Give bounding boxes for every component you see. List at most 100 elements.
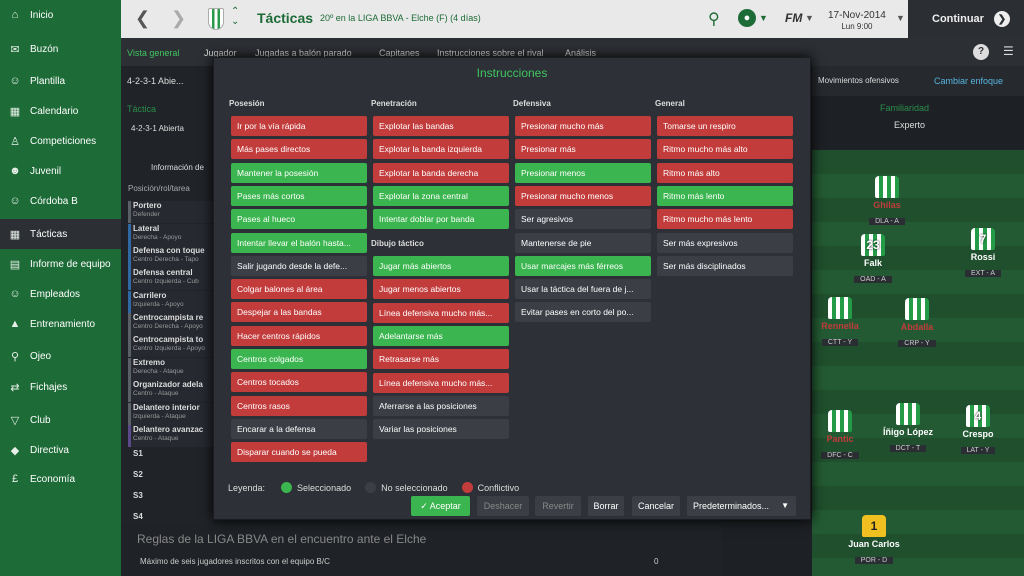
instruction-defensiva-button[interactable]: Presionar menos <box>515 162 651 183</box>
continue-button[interactable]: Continuar ❯ <box>908 0 1024 38</box>
sidebar-item-ojeo[interactable]: ⚲ Ojeo <box>0 341 121 371</box>
instruction-posesion-button[interactable]: Pases más cortos <box>231 185 367 206</box>
delete-button[interactable]: Borrar <box>588 496 624 516</box>
sidebar-item-plantilla[interactable]: ☺ Plantilla <box>0 66 121 96</box>
instruction-general-button[interactable]: Tomarse un respiro <box>657 116 793 136</box>
instruction-general-button[interactable]: Ritmo más alto <box>657 162 793 183</box>
sidebar-item-economía[interactable]: £ Economía <box>0 464 121 494</box>
instruction-dibujo-tactico-button[interactable]: Variar las posiciones <box>373 419 509 440</box>
fm-logo[interactable]: FM <box>785 11 802 25</box>
instruction-penetracion-button[interactable]: Explotar las bandas <box>373 116 509 136</box>
revert-button[interactable]: Revertir <box>535 496 581 516</box>
instruction-penetracion-button[interactable]: Explotar la banda izquierda <box>373 139 509 160</box>
role-row[interactable]: Portero Defender <box>128 201 213 223</box>
instruction-dibujo-tactico-button[interactable]: Adelantarse más <box>373 325 509 346</box>
role-row[interactable]: Carrilero Izquierda - Apoyo <box>128 291 213 313</box>
sub-slot[interactable]: S2 <box>128 469 213 491</box>
globe-icon[interactable]: ● <box>738 9 756 27</box>
instruction-defensiva-button[interactable]: Ser agresivos <box>515 209 651 230</box>
role-row[interactable]: Extremo Derecha - Ataque <box>128 358 213 380</box>
defaults-button[interactable]: Predeterminados... ▼ <box>687 496 796 516</box>
cambiar-enfoque-link[interactable]: Cambiar enfoque <box>934 76 1003 86</box>
instruction-defensiva-button[interactable]: Presionar mucho menos <box>515 185 651 206</box>
sidebar-item-entrenamiento[interactable]: ▲ Entrenamiento <box>0 309 121 339</box>
instruction-penetracion-button[interactable]: Intentar doblar por banda <box>373 209 509 230</box>
accept-button[interactable]: ✓ Aceptar <box>411 496 470 516</box>
role-row[interactable]: Defensa con toque Centro Derecha - Tapo <box>128 246 213 268</box>
role-row[interactable]: Centrocampista re Centro Derecha - Apoyo <box>128 313 213 335</box>
instruction-posesion-button[interactable]: Despejar a las bandas <box>231 302 367 323</box>
instruction-dibujo-tactico-button[interactable]: Jugar menos abiertos <box>373 279 509 300</box>
role-row[interactable]: Centrocampista to Centro Izquierda - Apoy… <box>128 335 213 357</box>
back-arrow-icon[interactable]: ❮ <box>135 8 150 29</box>
instruction-posesion-button[interactable]: Intentar llevar el balón hasta... <box>231 232 367 253</box>
sidebar-item-inicio[interactable]: ⌂ Inicio <box>0 0 121 30</box>
date-chevron-icon[interactable]: ▼ <box>896 13 905 23</box>
role-row[interactable]: Lateral Derecha - Apoyo <box>128 224 213 246</box>
instruction-dibujo-tactico-button[interactable]: Línea defensiva mucho más... <box>373 302 509 323</box>
sidebar-item-empleados[interactable]: ☺ Empleados <box>0 279 121 309</box>
player-marker[interactable]: Pantic DFC - C <box>810 410 870 462</box>
instruction-posesion-button[interactable]: Pases al hueco <box>231 209 367 230</box>
cancel-button[interactable]: Cancelar <box>632 496 680 516</box>
role-row[interactable]: Delantero interior Izquierda - Ataque <box>128 403 213 425</box>
menu-icon[interactable]: ☰ <box>1003 44 1014 58</box>
player-marker[interactable]: Ghilas DLA - A <box>857 176 917 228</box>
instruction-general-button[interactable]: Ritmo mucho más alto <box>657 139 793 160</box>
sub-slot[interactable]: S3 <box>128 490 213 512</box>
instruction-defensiva-button[interactable]: Presionar mucho más <box>515 116 651 136</box>
formation-selector[interactable]: 4-2-3-1 Abie... <box>127 76 184 86</box>
chevron-updown-icon[interactable]: ⌃ ⌄ <box>231 7 239 27</box>
instruction-dibujo-tactico-button[interactable]: Línea defensiva mucho más... <box>373 372 509 393</box>
instruction-defensiva-button[interactable]: Usar marcajes más férreos <box>515 255 651 276</box>
player-marker[interactable]: Abdalla CRP - Y <box>887 298 947 350</box>
sidebar-item-informe-de-equipo[interactable]: ▤ Informe de equipo <box>0 249 121 279</box>
role-row[interactable]: Organizador adela Centro - Ataque <box>128 380 213 402</box>
instruction-general-button[interactable]: Ser más expresivos <box>657 232 793 253</box>
instruction-penetracion-button[interactable]: Explotar la zona central <box>373 185 509 206</box>
forward-arrow-icon[interactable]: ❯ <box>171 8 186 29</box>
instruction-general-button[interactable]: Ritmo mucho más lento <box>657 209 793 230</box>
instruction-defensiva-button[interactable]: Usar la táctica del fuera de j... <box>515 279 651 300</box>
search-icon[interactable]: ⚲ <box>708 9 720 29</box>
fm-menu-chevron-icon[interactable]: ▼ <box>805 13 814 23</box>
movimientos-dropdown[interactable]: Movimientos ofensivos <box>818 76 899 85</box>
role-row[interactable]: Defensa central Centro Izquierda - Cub <box>128 268 213 290</box>
instruction-defensiva-button[interactable]: Evitar pases en corto del po... <box>515 302 651 323</box>
player-marker[interactable]: 7 Rossi EXT - A <box>953 228 1013 280</box>
help-icon[interactable]: ? <box>973 44 989 60</box>
instruction-posesion-button[interactable]: Mantener la posesión <box>231 162 367 183</box>
instruction-posesion-button[interactable]: Ir por la vía rápida <box>231 116 367 136</box>
instruction-dibujo-tactico-button[interactable]: Retrasarse más <box>373 349 509 370</box>
instruction-posesion-button[interactable]: Colgar balones al área <box>231 279 367 300</box>
sidebar-item-calendario[interactable]: ▦ Calendario <box>0 96 121 126</box>
instruction-defensiva-button[interactable]: Presionar más <box>515 139 651 160</box>
sidebar-item-córdoba-b[interactable]: ☺ Córdoba B <box>0 186 121 216</box>
player-marker[interactable]: 4 Crespo LAT - Y <box>948 405 1008 457</box>
sidebar-item-juvenil[interactable]: ☻ Juvenil <box>0 156 121 186</box>
sidebar-item-directiva[interactable]: ◆ Directiva <box>0 435 121 465</box>
instruction-posesion-button[interactable]: Centros rasos <box>231 395 367 416</box>
instruction-posesion-button[interactable]: Centros tocados <box>231 372 367 393</box>
player-marker[interactable]: Íñigo López DCT - T <box>878 403 938 455</box>
instruction-general-button[interactable]: Ritmo más lento <box>657 185 793 206</box>
instruction-dibujo-tactico-button[interactable]: Jugar más abiertos <box>373 256 509 276</box>
instruction-general-button[interactable]: Ser más disciplinados <box>657 255 793 276</box>
sidebar-item-fichajes[interactable]: ⇄ Fichajes <box>0 372 121 402</box>
instruction-defensiva-button[interactable]: Mantenerse de pie <box>515 232 651 253</box>
instruction-posesion-button[interactable]: Disparar cuando se pueda <box>231 442 367 463</box>
tab-vista-general[interactable]: Vista general <box>127 48 179 58</box>
instruction-posesion-button[interactable]: Hacer centros rápidos <box>231 325 367 346</box>
player-marker[interactable]: Rennella CTT - Y <box>810 297 870 349</box>
player-marker[interactable]: 1 Juan Carlos POR - D <box>844 515 904 567</box>
instruction-dibujo-tactico-button[interactable]: Aferrarse a las posiciones <box>373 395 509 416</box>
instruction-posesion-button[interactable]: Más pases directos <box>231 139 367 160</box>
sub-slot[interactable]: S1 <box>128 448 213 470</box>
instruction-penetracion-button[interactable]: Explotar la banda derecha <box>373 162 509 183</box>
player-marker[interactable]: 23 Falk OAD - A <box>843 234 903 286</box>
sidebar-item-club[interactable]: ▽ Club <box>0 405 121 435</box>
sidebar-item-tácticas[interactable]: ▦ Tácticas <box>0 219 121 249</box>
undo-button[interactable]: Deshacer <box>477 496 529 516</box>
instruction-posesion-button[interactable]: Salir jugando desde la defe... <box>231 255 367 276</box>
sidebar-item-buzón[interactable]: ✉ Buzón <box>0 34 121 64</box>
